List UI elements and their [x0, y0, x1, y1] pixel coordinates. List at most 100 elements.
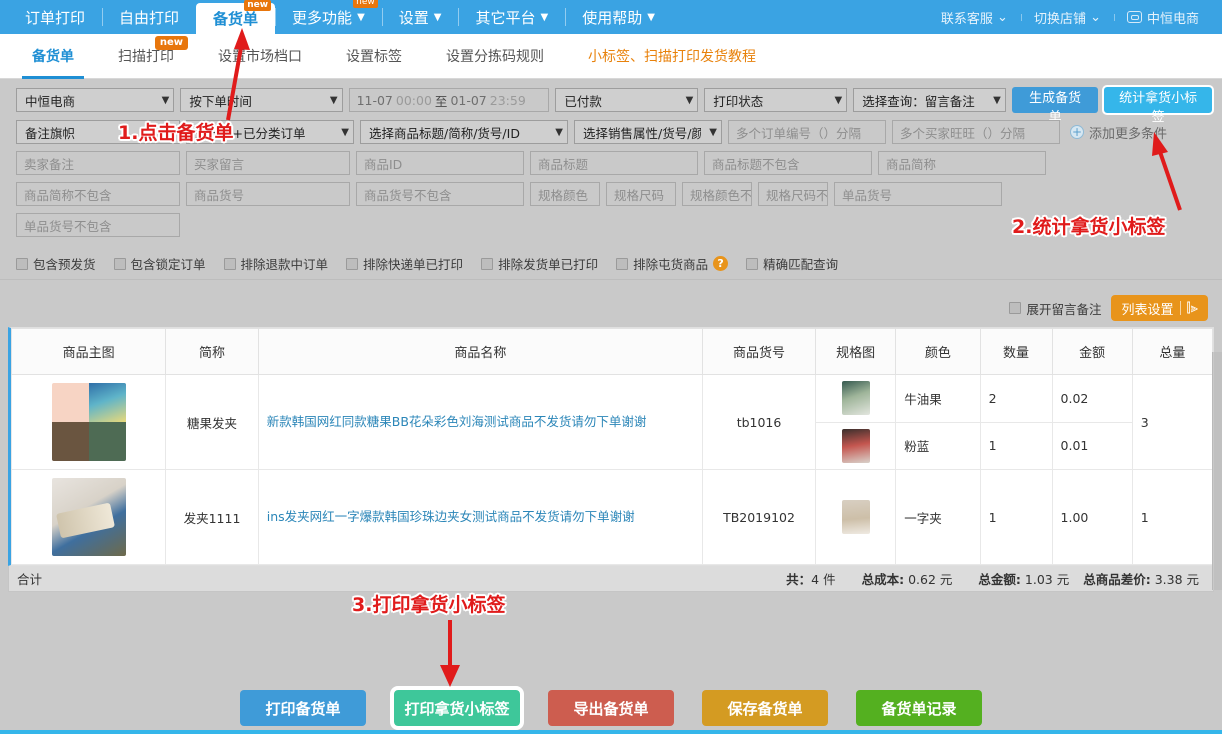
sub-nav-item-label: 设置标签	[346, 46, 402, 66]
filter-text-input-row4-1[interactable]: 商品货号	[186, 182, 350, 206]
footer-button-3[interactable]: 保存备货单	[702, 690, 828, 726]
filter-text-input-row4-7[interactable]: 单品货号	[834, 182, 1002, 206]
sub-nav-item-5[interactable]: 小标签、扫描打印发货教程	[566, 34, 778, 79]
time-type-select[interactable]: 按下单时间 ▼	[180, 88, 342, 112]
print-status-select[interactable]: 打印状态 ▼	[704, 88, 847, 112]
product-image[interactable]	[52, 383, 126, 461]
expand-note-checkbox[interactable]: 展开留言备注	[1009, 299, 1101, 318]
top-nav-item-5[interactable]: 其它平台▼	[458, 0, 565, 34]
filter-row-2: 备注旗帜 ▼ 未分类+已分类订单 ▼ 选择商品标题/简称/货号/ID ▼ 选择销…	[16, 120, 1212, 144]
filter-text-input-row4-5[interactable]: 规格颜色不包含	[682, 182, 752, 206]
summary-label: 合计	[17, 569, 42, 588]
table-scrollbar[interactable]	[1212, 352, 1222, 590]
plus-icon: +	[1070, 125, 1084, 139]
remark-flag-select[interactable]: 备注旗帜 ▼	[16, 120, 180, 144]
filter-checkbox-label: 排除屯货商品	[633, 254, 708, 273]
filter-checkbox-3[interactable]: 排除快递单已打印	[346, 254, 463, 273]
footer-button-4[interactable]: 备货单记录	[856, 690, 982, 726]
sales-attr-select[interactable]: 选择销售属性/货号/颜色/尺码 ▼	[574, 120, 722, 144]
top-nav-item-3[interactable]: 更多功能▼new	[275, 0, 382, 34]
spec-image-cell	[816, 422, 896, 470]
top-nav-item-2[interactable]: 备货单new	[196, 3, 275, 34]
footer-button-2[interactable]: 导出备货单	[548, 690, 674, 726]
sub-nav-item-label: 小标签、扫描打印发货教程	[588, 46, 756, 66]
spec-image[interactable]	[842, 429, 870, 463]
spec-color: 牛油果	[896, 375, 980, 423]
top-nav-item-4[interactable]: 设置▼	[382, 0, 459, 34]
date-range-input[interactable]: 11-07 00:00 至 01-07 23:59	[349, 88, 550, 112]
product-name-link[interactable]: ins发夹网红一字爆款韩国珍珠边夹女测试商品不发货请勿下单谢谢	[267, 509, 635, 524]
product-name-link[interactable]: 新款韩国网红同款糖果BB花朵彩色刘海测试商品不发货请勿下单谢谢	[267, 414, 647, 429]
top-nav-item-6[interactable]: 使用帮助▼	[565, 0, 672, 34]
pay-status-value: 已付款	[564, 91, 602, 110]
time-type-select-value: 按下单时间	[189, 91, 252, 110]
goods-field-select[interactable]: 选择商品标题/简称/货号/ID ▼	[360, 120, 568, 144]
top-nav-item-1[interactable]: 自由打印	[102, 0, 196, 34]
filter-checkbox-5[interactable]: 排除屯货商品?	[616, 254, 728, 273]
print-status-value: 打印状态	[713, 91, 763, 110]
order-class-select[interactable]: 未分类+已分类订单 ▼	[186, 120, 354, 144]
nav-switch-shop[interactable]: 切换店铺 ⌄	[1021, 8, 1114, 27]
filter-text-input-row3-1[interactable]: 买家留言	[186, 151, 350, 175]
current-shop[interactable]: 中恒电商	[1114, 8, 1212, 27]
filter-checkbox-0[interactable]: 包含预发货	[16, 254, 96, 273]
spec-image[interactable]	[842, 381, 870, 415]
table-scrollbar-thumb[interactable]	[1214, 352, 1222, 590]
filter-text-input-row3-4[interactable]: 商品标题不包含	[704, 151, 872, 175]
stat-pickup-label-button[interactable]: 统计拿货小标签	[1104, 87, 1212, 113]
annotation-arrow-3	[430, 615, 490, 695]
new-badge: new	[244, 0, 271, 11]
help-icon[interactable]: ?	[713, 256, 728, 271]
footer-button-1[interactable]: 打印拿货小标签	[394, 690, 520, 726]
filter-checkbox-2[interactable]: 排除退款中订单	[224, 254, 329, 273]
spec-image[interactable]	[842, 500, 870, 534]
top-nav-item-0[interactable]: 订单打印	[8, 0, 102, 34]
filter-text-input-row3-2[interactable]: 商品ID	[356, 151, 524, 175]
sub-navigation-bar: 备货单扫描打印new设置市场档口 设置标签 设置分拣码规则 小标签、扫描打印发货教程	[0, 34, 1222, 79]
filter-row-1: 中恒电商 ▼ 按下单时间 ▼ 11-07 00:00 至 01-07 23:59…	[16, 87, 1212, 113]
generate-stock-list-button[interactable]: 生成备货单	[1012, 87, 1099, 113]
sub-nav-item-2[interactable]: 设置市场档口	[196, 34, 324, 79]
filter-checkbox-4[interactable]: 排除发货单已打印	[481, 254, 598, 273]
filter-text-input-row4-3[interactable]: 规格颜色	[530, 182, 600, 206]
checkbox-box	[16, 258, 28, 270]
filter-text-input-row4-6[interactable]: 规格尺码不包含	[758, 182, 828, 206]
checkbox-box	[346, 258, 358, 270]
filter-text-input-row3-3[interactable]: 商品标题	[530, 151, 698, 175]
footer-button-0[interactable]: 打印备货单	[240, 690, 366, 726]
table-header-cell-6: 数量	[980, 329, 1052, 375]
sub-nav-item-0[interactable]: 备货单	[10, 34, 96, 79]
product-total-quantity: 1	[1132, 470, 1212, 565]
filter-checkbox-1[interactable]: 包含锁定订单	[114, 254, 206, 273]
table-row: 发夹1111ins发夹网红一字爆款韩国珍珠边夹女测试商品不发货请勿下单谢谢TB2…	[12, 470, 1213, 565]
nav-switch-shop-label: 切换店铺	[1034, 8, 1086, 27]
filter-text-input-row5-0[interactable]: 单品货号不包含	[16, 213, 180, 237]
sub-nav-item-1[interactable]: 扫描打印new	[96, 34, 196, 79]
shop-select[interactable]: 中恒电商 ▼	[16, 88, 174, 112]
buyer-ids-input[interactable]: 多个买家旺旺（）分隔	[892, 120, 1060, 144]
query-type-select[interactable]: 选择查询：留言备注 ▼	[853, 88, 1006, 112]
order-ids-input[interactable]: 多个订单编号（）分隔	[728, 120, 886, 144]
new-badge: new	[155, 36, 188, 50]
filter-checkbox-row: 包含预发货包含锁定订单排除退款中订单排除快递单已打印排除发货单已打印排除屯货商品…	[0, 250, 1222, 279]
filter-text-input-row3-5[interactable]: 商品简称	[878, 151, 1046, 175]
filter-checkbox-6[interactable]: 精确匹配查询	[746, 254, 838, 273]
add-more-conditions-button[interactable]: + 添加更多条件	[1070, 123, 1167, 142]
pay-status-select[interactable]: 已付款 ▼	[555, 88, 698, 112]
divider	[1180, 301, 1181, 315]
nav-contact-support[interactable]: 联系客服 ⌄	[928, 8, 1021, 27]
filter-text-input-row4-0[interactable]: 商品简称不包含	[16, 182, 180, 206]
sub-nav-item-3[interactable]: 设置标签	[324, 34, 424, 79]
spec-quantity: 2	[980, 375, 1052, 423]
summary-amount-label: 总金额:	[978, 572, 1021, 587]
product-image[interactable]	[52, 478, 126, 556]
filter-text-input-row3-0[interactable]: 卖家备注	[16, 151, 180, 175]
list-settings-button[interactable]: 列表设置 ⫿⫸	[1111, 295, 1208, 321]
filter-checkbox-label: 包含预发货	[33, 254, 96, 273]
product-sku: TB2019102	[702, 470, 815, 565]
chevron-down-icon: ▼	[322, 95, 338, 106]
filter-text-input-row4-4[interactable]: 规格尺码	[606, 182, 676, 206]
filter-text-input-row4-2[interactable]: 商品货号不包含	[356, 182, 524, 206]
checkbox-box	[114, 258, 126, 270]
sub-nav-item-4[interactable]: 设置分拣码规则	[424, 34, 566, 79]
